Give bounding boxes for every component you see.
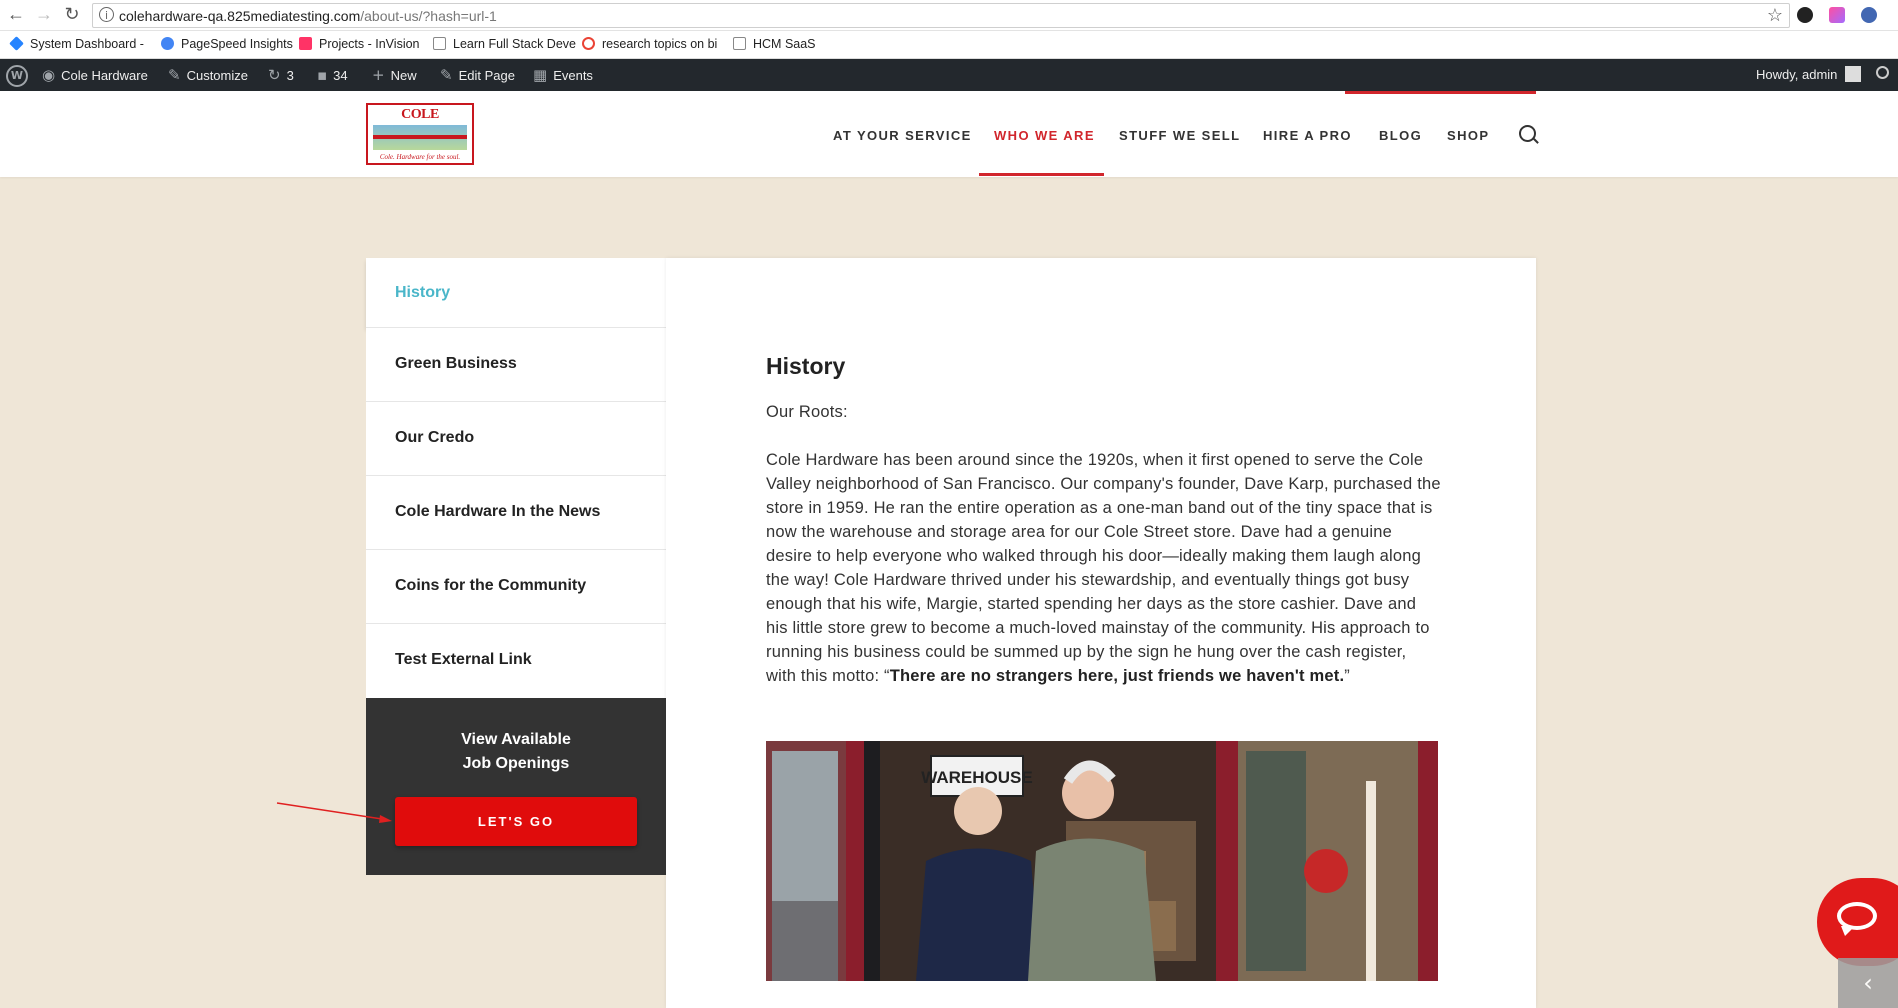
bookmark-favicon-icon [582, 37, 595, 50]
sidebar-item-label: Our Credo [395, 429, 475, 446]
bookmark-item[interactable]: research topics on bi [582, 37, 717, 51]
sidebar-item-test-external-link[interactable]: Test External Link [366, 624, 666, 698]
sidebar-item-label: History [395, 284, 451, 301]
content-card: History Our Roots: Cole Hardware has bee… [666, 258, 1536, 1008]
address-bar[interactable]: i colehardware-qa.825mediatesting.com/ab… [92, 3, 1790, 28]
intro-text: Our Roots: [766, 403, 848, 421]
scroll-to-top-button[interactable]: ‹ [1838, 958, 1898, 1008]
page-title: History [766, 353, 846, 379]
profile-icon[interactable] [1861, 7, 1877, 23]
bookmark-item[interactable]: PageSpeed Insights [161, 37, 293, 51]
admin-edit-page[interactable]: ✎ Edit Page [440, 59, 515, 91]
closing-quote: ” [1344, 667, 1350, 685]
nav-who-we-are[interactable]: WHO WE ARE [994, 128, 1095, 143]
sidebar-item-label: Coins for the Community [395, 577, 587, 594]
founders-photo: WAREHOUSE [766, 741, 1438, 981]
bookmark-favicon-icon [733, 37, 746, 50]
accent-strip [1345, 91, 1536, 94]
wordpress-logo-icon[interactable]: W [6, 59, 34, 91]
bookmark-item[interactable]: HCM SaaS [733, 37, 816, 51]
sidebar-item-our-credo[interactable]: Our Credo [366, 402, 666, 476]
dashboard-icon: ◉ [42, 66, 56, 84]
motto-text: There are no strangers here, just friend… [889, 667, 1345, 685]
updates-icon: ↻ [268, 66, 281, 84]
admin-customize[interactable]: ✎ Customize [168, 59, 248, 91]
bookmark-star-icon[interactable]: ☆ [1767, 5, 1783, 26]
nav-shop[interactable]: SHOP [1447, 128, 1489, 143]
url-text[interactable]: colehardware-qa.825mediatesting.com/abou… [119, 8, 497, 24]
job-openings-line: View Available [461, 731, 571, 748]
avatar [1845, 66, 1862, 82]
admin-updates[interactable]: ↻ 3 [268, 59, 294, 91]
nav-blog[interactable]: BLOG [1379, 128, 1422, 143]
bookmark-favicon-icon [433, 37, 446, 50]
bookmark-favicon-icon [161, 37, 174, 50]
admin-search-icon[interactable] [1876, 59, 1889, 91]
pencil-icon: ✎ [440, 66, 453, 84]
reload-icon[interactable]: ↻ [62, 4, 82, 24]
admin-comments[interactable]: ▪ 34 [317, 59, 348, 91]
nav-active-underline [979, 173, 1104, 176]
comment-icon: ▪ [317, 66, 328, 84]
nav-stuff-we-sell[interactable]: STUFF WE SELL [1119, 128, 1240, 143]
chat-button[interactable] [1817, 878, 1898, 966]
job-openings-title: View Available Job Openings [366, 728, 666, 776]
site-logo[interactable]: COLE HARDWARE Cole. Hardware for the sou… [366, 103, 474, 165]
search-icon[interactable] [1519, 125, 1536, 142]
nav-at-your-service[interactable]: AT YOUR SERVICE [833, 128, 972, 143]
logo-tagline: Cole. Hardware for the soul. [379, 153, 461, 161]
sidebar-item-in-the-news[interactable]: Cole Hardware In the News [366, 476, 666, 550]
admin-events[interactable]: ▦ Events [533, 59, 593, 91]
history-paragraph: Cole Hardware has been around since the … [766, 448, 1441, 688]
history-body-text: Cole Hardware has been around since the … [766, 451, 1441, 685]
job-openings-box: View Available Job Openings LET'S GO [366, 698, 666, 875]
info-icon[interactable]: i [99, 7, 114, 22]
admin-howdy[interactable]: Howdy, admin [1756, 59, 1862, 91]
lets-go-button[interactable]: LET'S GO [395, 797, 637, 846]
extension-icon[interactable] [1797, 7, 1813, 23]
bookmark-favicon-icon [9, 36, 24, 51]
sidebar-item-coins-for-community[interactable]: Coins for the Community [366, 550, 666, 624]
sidebar-item-label: Cole Hardware In the News [395, 503, 601, 520]
sidebar-item-label: Test External Link [395, 651, 532, 668]
warehouse-sign-text: WAREHOUSE [921, 768, 1032, 787]
back-icon[interactable]: ← [6, 4, 26, 24]
bookmark-item[interactable]: System Dashboard - [9, 36, 144, 51]
brush-icon: ✎ [168, 66, 181, 84]
bookmark-item[interactable]: Projects - InVision [299, 37, 420, 51]
logo-bridge [373, 135, 467, 139]
admin-bar: W ◉ Cole Hardware ✎ Customize ↻ 3 ▪ 34 + New … [0, 59, 1898, 91]
bookmarks-bar: System Dashboard - PageSpeed Insights Pr… [0, 31, 1898, 59]
calendar-icon: ▦ [533, 66, 548, 84]
sidebar-item-history[interactable]: History [366, 258, 666, 328]
sidebar-item-green-business[interactable]: Green Business [366, 328, 666, 402]
admin-new[interactable]: + New [372, 59, 417, 91]
browser-toolbar: ← → ↻ i colehardware-qa.825mediatesting.… [0, 0, 1898, 31]
extension-icon[interactable] [1829, 7, 1845, 23]
forward-icon[interactable]: → [34, 4, 54, 24]
bookmark-item[interactable]: Learn Full Stack Deve [433, 37, 576, 51]
admin-site-name[interactable]: ◉ Cole Hardware [42, 59, 148, 91]
bookmark-favicon-icon [299, 37, 312, 50]
nav-hire-a-pro[interactable]: HIRE A PRO [1263, 128, 1352, 143]
plus-icon: + [372, 66, 385, 84]
sidebar-item-label: Green Business [395, 355, 517, 372]
job-openings-line: Job Openings [462, 755, 570, 772]
chat-tail-icon [1841, 926, 1855, 936]
